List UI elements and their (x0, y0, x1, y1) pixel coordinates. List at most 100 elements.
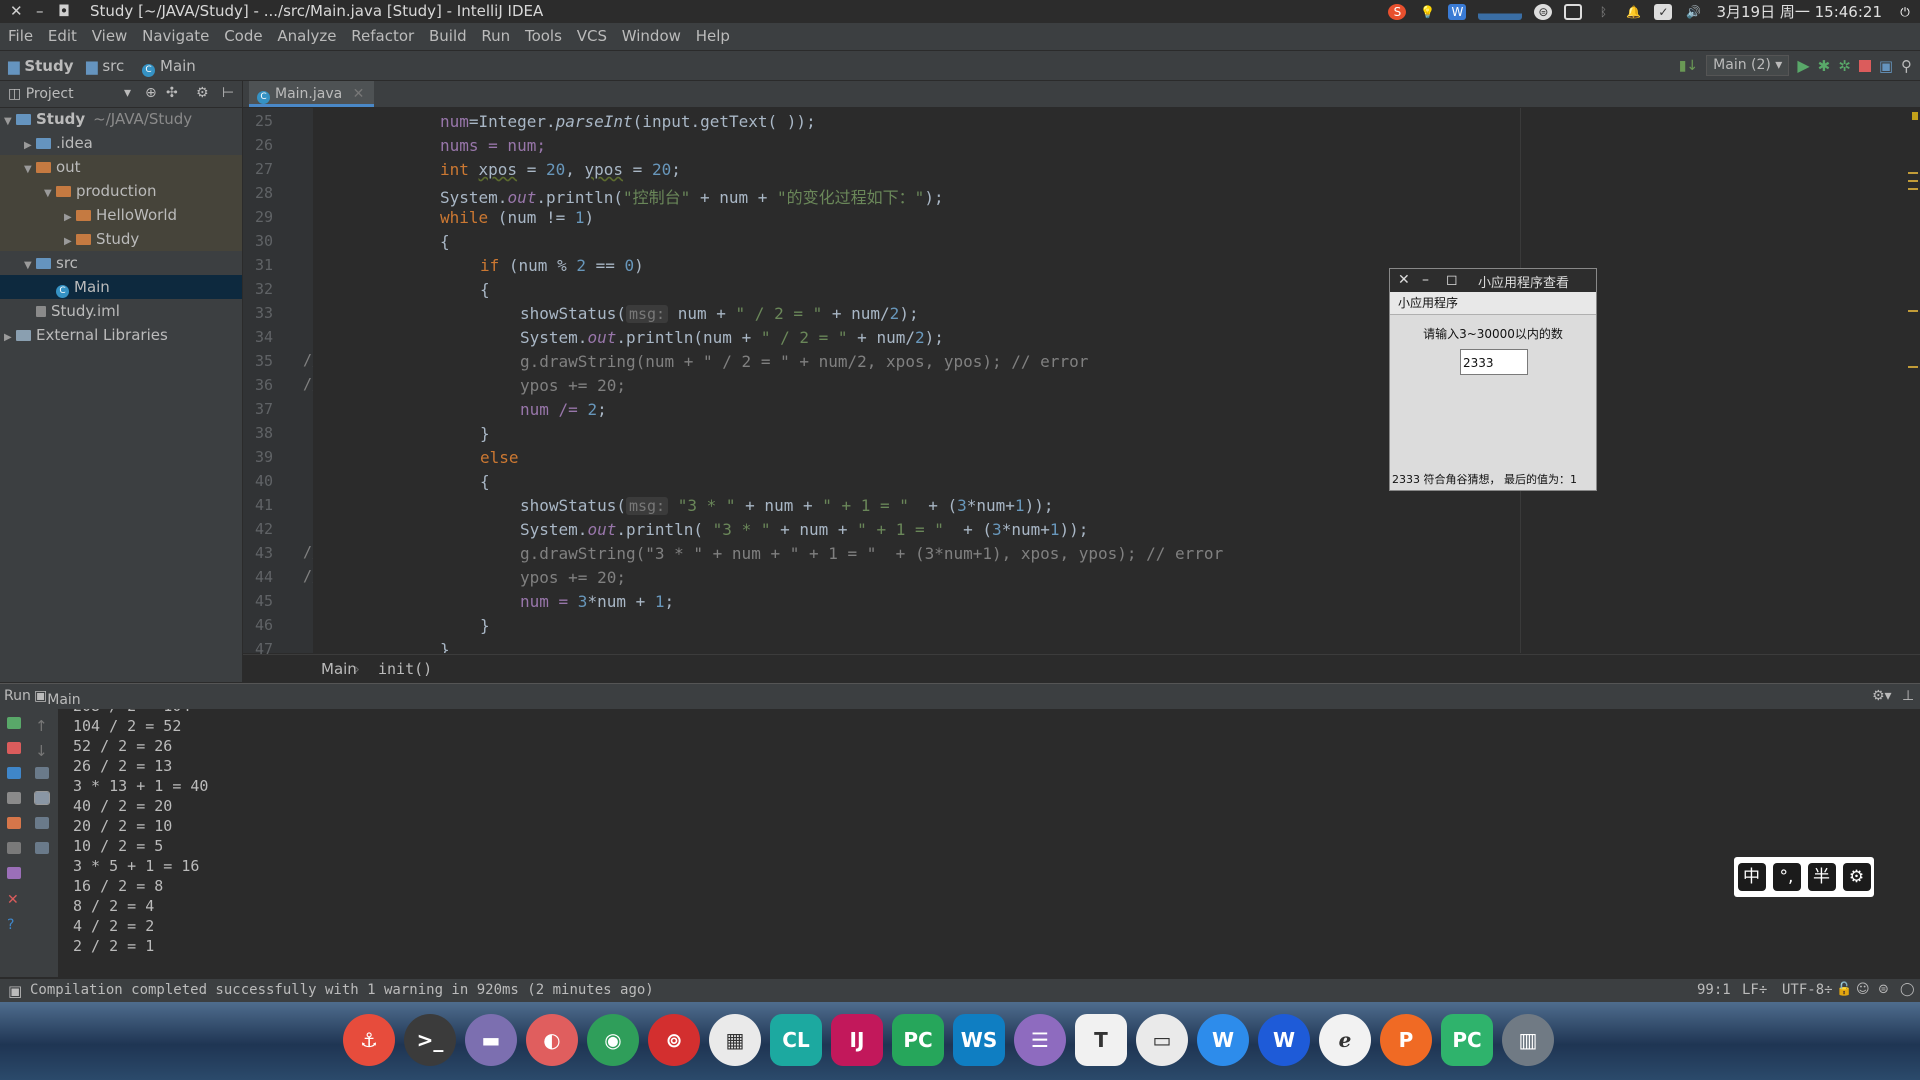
run-icon[interactable]: ▶ (1797, 56, 1809, 75)
hide-run-panel-icon[interactable]: ⊥ (1902, 688, 1914, 704)
menu-build[interactable]: Build (429, 23, 467, 50)
event-log-icon[interactable]: ◯ (1900, 982, 1915, 997)
clear-all-icon[interactable] (35, 842, 49, 854)
clock[interactable]: 3月19日 周一 15:46:21 (1716, 1, 1882, 22)
exit-icon[interactable] (7, 817, 21, 829)
line-separator[interactable]: LF÷ (1742, 982, 1767, 998)
scroll-up-icon[interactable]: ↑ (35, 717, 49, 735)
clipboard-icon[interactable]: ✓ (1654, 3, 1673, 20)
tab-main-java[interactable]: C Main.java ✕ (249, 81, 375, 107)
tree-item[interactable]: ▶ Study (0, 227, 242, 251)
menu-edit[interactable]: Edit (48, 23, 77, 50)
status-panel-icon[interactable]: ▣ (8, 982, 22, 1000)
wps-writer-icon[interactable]: W (1197, 1014, 1249, 1066)
tree-item[interactable]: Study.iml (0, 299, 242, 323)
bell-icon[interactable]: 🔔 (1624, 4, 1642, 20)
bulb-icon[interactable]: 💡 (1418, 4, 1436, 20)
warning-stripe[interactable] (1908, 188, 1918, 190)
menu-tools[interactable]: Tools (525, 23, 562, 50)
wps-icon[interactable]: W (1448, 3, 1467, 20)
volume-icon[interactable]: 🔊 (1684, 4, 1702, 20)
app-grid-icon[interactable]: ▦ (709, 1014, 761, 1066)
code-editor[interactable]: num=Integer.parseInt(input.getText( )); … (313, 108, 1920, 653)
warning-stripe[interactable] (1908, 180, 1918, 182)
menu-help[interactable]: Help (696, 23, 730, 50)
tree-item[interactable]: C Main (0, 275, 242, 299)
run-settings-gear-icon[interactable]: ⚙▾ (1872, 688, 1892, 704)
sogou-icon[interactable]: S (1388, 3, 1407, 20)
menu-analyze[interactable]: Analyze (277, 23, 336, 50)
ime-punctuation-mode[interactable]: °, (1772, 863, 1801, 891)
tree-item[interactable]: ▼ Study ~/JAVA/Study (0, 107, 242, 131)
project-view-select[interactable]: ◫ Project (8, 86, 74, 102)
run-config-tab[interactable]: ▣ Main (2) (34, 688, 81, 724)
scroll-down-icon[interactable]: ↓ (35, 742, 49, 760)
rerun-icon[interactable] (7, 717, 21, 729)
network-graph-icon[interactable] (1478, 3, 1523, 20)
locate-icon[interactable]: ⊕ (145, 85, 157, 101)
caret-position[interactable]: 99:1 (1697, 982, 1731, 998)
breadcrumb-class[interactable]: Main (321, 660, 357, 678)
run-console[interactable]: 208 / 2 = 104 104 / 2 = 52 52 / 2 = 26 26 /… (59, 709, 1920, 977)
applet-minimize-icon[interactable]: – (1422, 272, 1429, 288)
pycharm-icon[interactable]: PC (892, 1014, 944, 1066)
chrome-icon[interactable]: ◉ (587, 1014, 639, 1066)
word-icon[interactable]: W (1258, 1014, 1310, 1066)
debug-icon[interactable]: ✱ (1818, 57, 1831, 75)
pause-icon[interactable] (7, 767, 21, 779)
tree-item[interactable]: ▶ .idea (0, 131, 242, 155)
terminal-icon[interactable]: >_ (404, 1014, 456, 1066)
applet-close-icon[interactable]: ✕ (1398, 272, 1410, 288)
tree-item[interactable]: ▼ src (0, 251, 242, 275)
menu-code[interactable]: Code (224, 23, 262, 50)
wechat-icon[interactable]: ⊜ (1534, 3, 1553, 20)
warning-stripe[interactable] (1908, 366, 1918, 368)
pdf-icon[interactable]: ℯ (1319, 1014, 1371, 1066)
collapse-icon[interactable]: ✣ (166, 85, 178, 101)
stop-run-icon[interactable] (7, 742, 21, 754)
document-icon[interactable]: ☰ (1014, 1014, 1066, 1066)
ime-chinese-mode[interactable]: 中 (1737, 863, 1766, 891)
trash-icon[interactable]: ▥ (1502, 1014, 1554, 1066)
toggle-app-icon[interactable]: ◐ (526, 1014, 578, 1066)
inspector-icon[interactable]: ☺ (1856, 982, 1870, 997)
breadcrumb-main[interactable]: C Main (142, 57, 196, 77)
build-icon[interactable]: ▮↓ (1679, 58, 1698, 74)
pin-icon[interactable] (7, 867, 21, 879)
settings-gear-icon[interactable]: ⚙ (196, 85, 209, 101)
tree-item[interactable]: ▼ out (0, 155, 242, 179)
run-tab-label[interactable]: Run (4, 688, 31, 704)
tree-item[interactable]: ▶ HelloWorld (0, 203, 242, 227)
print-icon[interactable] (35, 817, 49, 829)
ime-halfwidth-mode[interactable]: 半 (1807, 863, 1836, 891)
tree-item[interactable]: ▶ External Libraries (0, 323, 242, 347)
typora-icon[interactable]: T (1075, 1014, 1127, 1066)
dump-threads-icon[interactable] (7, 792, 21, 804)
pycharm2-icon[interactable]: PC (1441, 1014, 1493, 1066)
search-icon[interactable]: ⚲ (1901, 57, 1912, 75)
file-encoding[interactable]: UTF-8÷ (1782, 982, 1833, 998)
stop-icon[interactable] (1858, 59, 1871, 72)
warning-stripe[interactable] (1908, 172, 1918, 174)
layout-icon[interactable] (7, 842, 21, 854)
menu-file[interactable]: File (8, 23, 33, 50)
menu-window[interactable]: Window (622, 23, 681, 50)
coverage-icon[interactable]: ✲ (1838, 57, 1851, 75)
applet-menu[interactable]: 小应用程序 (1390, 292, 1596, 315)
warning-stripe[interactable] (1908, 310, 1918, 312)
collapsed-arrow-icon[interactable]: ▶ (4, 326, 16, 350)
editor-scroll-markers[interactable] (1906, 108, 1920, 653)
number-input[interactable]: 2333 (1460, 349, 1528, 375)
netease-music-icon[interactable]: ⊚ (648, 1014, 700, 1066)
menu-vcs[interactable]: VCS (577, 23, 607, 50)
warning-stripe[interactable] (1912, 112, 1918, 120)
wps-presentation-icon[interactable]: P (1380, 1014, 1432, 1066)
power-icon[interactable]: ⏻ (1896, 4, 1914, 20)
menu-run[interactable]: Run (481, 23, 510, 50)
close-run-icon[interactable]: ✕ (7, 892, 21, 908)
project-view-dropdown-icon[interactable]: ▾ (124, 85, 131, 101)
intellij-icon[interactable]: IJ (831, 1014, 883, 1066)
bluetooth-icon[interactable]: ᛒ (1594, 4, 1612, 20)
breadcrumb-method[interactable]: init() (378, 660, 432, 678)
hide-panel-icon[interactable]: ⊢ (222, 85, 234, 101)
